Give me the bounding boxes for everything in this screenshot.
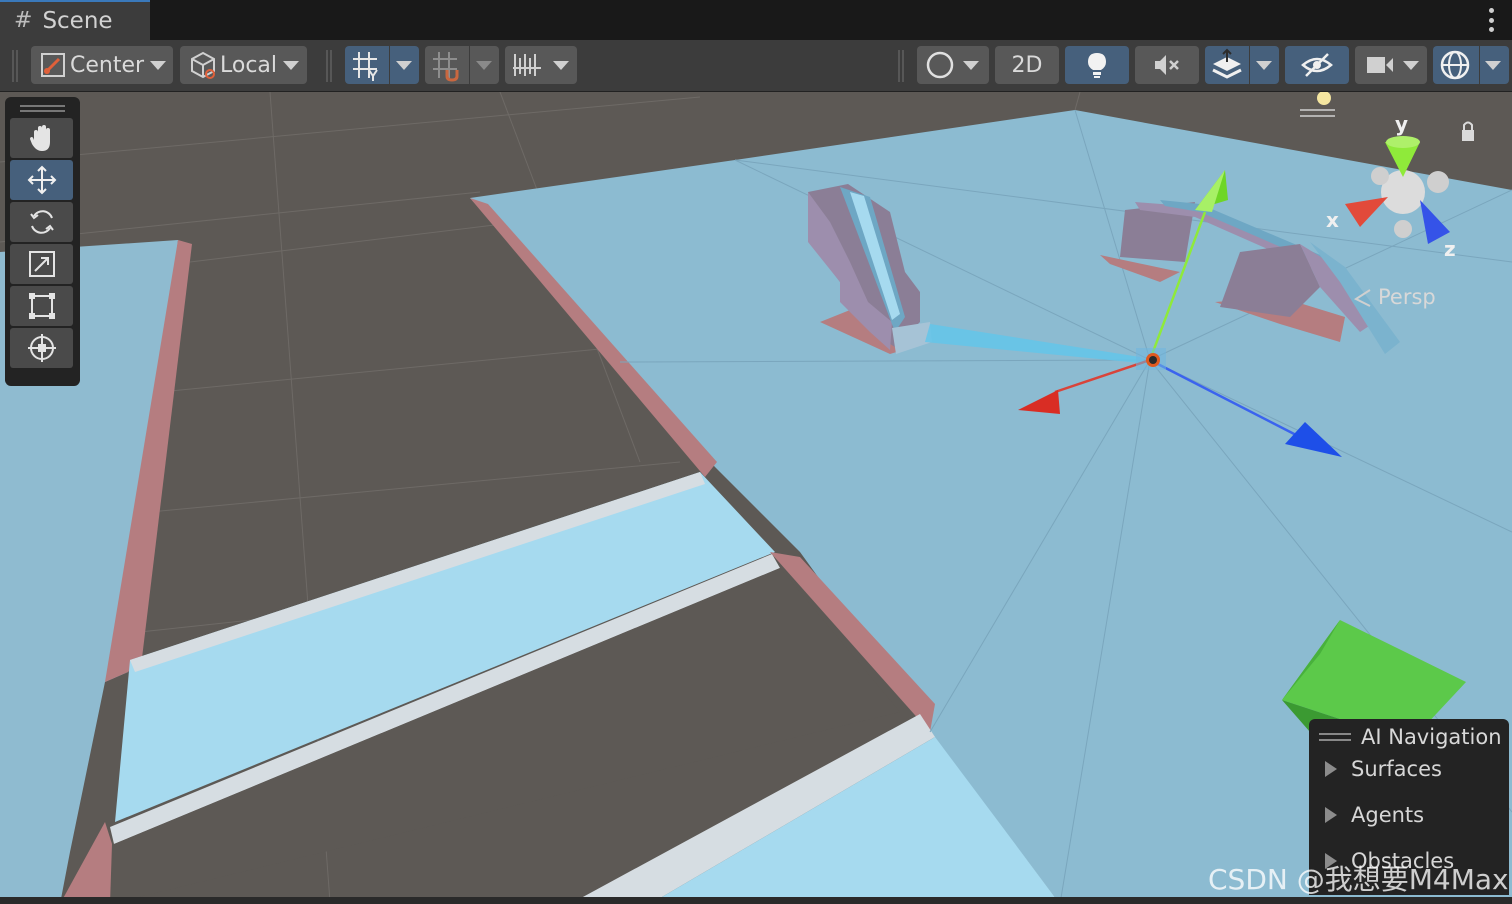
pivot-center-icon: [41, 53, 65, 77]
ai-navigation-item-label: Agents: [1351, 803, 1425, 827]
tools-overlay: [5, 97, 80, 386]
ai-navigation-title: AI Navigation: [1361, 725, 1502, 749]
more-options-icon[interactable]: [1486, 8, 1496, 32]
lightbulb-icon: [1088, 53, 1106, 78]
transform-tool-button[interactable]: [10, 328, 73, 368]
chevron-down-icon: [283, 60, 300, 70]
toolbar-grip-left[interactable]: [12, 50, 18, 82]
scene-toolbar: Center Local 2D: [0, 40, 1512, 92]
scene-audio-button[interactable]: [1135, 46, 1199, 84]
pivot-mode-label: Center: [70, 52, 145, 78]
scene-camera-dropdown[interactable]: [1355, 46, 1427, 84]
scale-icon: [28, 251, 55, 277]
drag-handle-icon: [1319, 733, 1351, 741]
gizmo-y-label: y: [1395, 112, 1409, 136]
effects-layers-icon: [1212, 48, 1242, 79]
draw-mode-dropdown[interactable]: [917, 46, 989, 84]
tab-scene-label: Scene: [42, 8, 113, 34]
grid-visibility-dropdown[interactable]: [345, 46, 419, 84]
move-arrows-icon: [27, 165, 56, 195]
scene-viewport[interactable]: y x z: [0, 92, 1512, 904]
scene-grid-icon: #: [14, 8, 33, 33]
gizmo-sphere-icon: [1440, 50, 1470, 80]
scene-lighting-button[interactable]: [1065, 46, 1129, 84]
hidden-eye-icon: [1301, 53, 1333, 77]
increment-snap-dropdown[interactable]: [505, 46, 577, 84]
video-camera-icon: [1367, 57, 1393, 73]
tab-bar: # Scene: [0, 0, 1512, 40]
chevron-down-icon: [963, 60, 979, 70]
shaded-sphere-icon: [926, 51, 954, 79]
scene-effects-dropdown[interactable]: [1205, 46, 1279, 84]
chevron-down-icon: [396, 60, 412, 70]
ai-navigation-item-label: Surfaces: [1351, 757, 1442, 781]
expand-arrow-icon: [1325, 761, 1337, 777]
rotate-icon: [29, 210, 54, 234]
rotate-tool-button[interactable]: [10, 202, 73, 242]
rect-transform-icon: [28, 293, 55, 319]
chevron-down-icon: [1403, 60, 1419, 70]
scene-render[interactable]: [0, 92, 1512, 904]
chevron-down-icon: [1485, 60, 1501, 70]
lock-icon[interactable]: [1462, 130, 1474, 141]
hand-tool-button[interactable]: [10, 118, 73, 158]
gizmo-x-label: x: [1326, 208, 1339, 232]
local-cube-icon: [191, 51, 215, 79]
pivot-rotation-dropdown[interactable]: Local: [180, 46, 307, 84]
window-bottom-border: [0, 897, 1512, 904]
gizmos-dropdown[interactable]: [1433, 46, 1509, 84]
move-tool-button[interactable]: [10, 160, 73, 200]
ai-navigation-surfaces[interactable]: Surfaces: [1325, 757, 1442, 781]
pivot-mode-dropdown[interactable]: Center: [31, 46, 173, 84]
rect-tool-button[interactable]: [10, 286, 73, 326]
chevron-down-icon: [553, 60, 569, 70]
chevron-down-icon: [1256, 60, 1272, 70]
tools-overlay-grip[interactable]: [20, 105, 65, 112]
chevron-down-icon: [150, 60, 167, 70]
ai-navigation-header[interactable]: AI Navigation: [1319, 725, 1502, 749]
audio-mute-icon: [1155, 55, 1179, 75]
toolbar-grip[interactable]: [898, 50, 904, 82]
toolbar-grip[interactable]: [326, 50, 332, 82]
grid-snapping-dropdown[interactable]: [425, 46, 499, 84]
toggle-2d-label: 2D: [1011, 52, 1043, 78]
scene-visibility-button[interactable]: [1285, 46, 1349, 84]
toggle-2d-button[interactable]: 2D: [995, 46, 1059, 84]
grid-icon: [353, 52, 378, 81]
transform-icon: [27, 334, 56, 362]
gizmo-z-label: z: [1444, 237, 1456, 261]
chevron-down-icon: [476, 60, 492, 70]
watermark: CSDN @我想要M4Max: [1208, 863, 1509, 896]
tab-scene[interactable]: # Scene: [0, 0, 150, 40]
directional-light-icon[interactable]: [1300, 92, 1335, 117]
scale-tool-button[interactable]: [10, 244, 73, 284]
grid-snap-icon: [433, 52, 459, 82]
hand-icon: [29, 125, 50, 151]
pivot-rotation-label: Local: [220, 52, 278, 78]
ai-navigation-agents[interactable]: Agents: [1325, 803, 1424, 827]
projection-toggle[interactable]: Persp: [1378, 285, 1436, 309]
ruler-icon: [513, 54, 541, 76]
expand-arrow-icon: [1325, 807, 1337, 823]
